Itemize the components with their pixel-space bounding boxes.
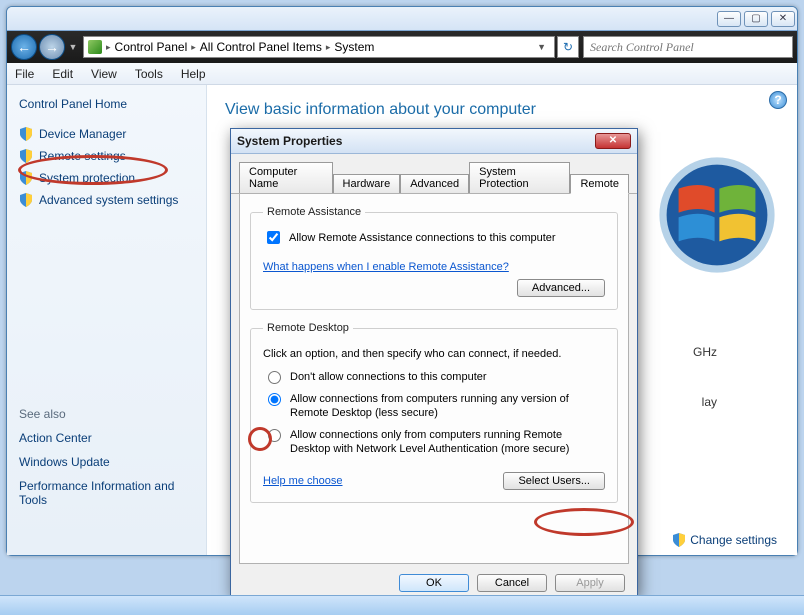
breadcrumb-item[interactable]: All Control Panel Items bbox=[200, 40, 322, 54]
forward-button[interactable]: → bbox=[39, 34, 65, 60]
select-users-button[interactable]: Select Users... bbox=[503, 472, 605, 490]
tab-advanced[interactable]: Advanced bbox=[400, 174, 469, 193]
windows-logo-icon bbox=[657, 155, 777, 275]
shield-icon bbox=[19, 193, 33, 207]
shield-icon bbox=[19, 171, 33, 185]
spec-ghz-label: GHz bbox=[693, 345, 717, 359]
menu-edit[interactable]: Edit bbox=[52, 67, 73, 81]
sidebar-item-label: Remote settings bbox=[39, 149, 126, 163]
page-title: View basic information about your comput… bbox=[225, 101, 779, 119]
nav-bar: ← → ▼ ▸ Control Panel ▸ All Control Pane… bbox=[7, 31, 797, 63]
remote-desktop-desc: Click an option, and then specify who ca… bbox=[263, 348, 605, 360]
allow-remote-assistance-checkbox[interactable] bbox=[267, 231, 280, 244]
tab-hardware[interactable]: Hardware bbox=[333, 174, 401, 193]
address-bar[interactable]: ▸ Control Panel ▸ All Control Panel Item… bbox=[83, 36, 555, 58]
address-dropdown-icon[interactable]: ▼ bbox=[533, 42, 550, 52]
window-titlebar: — ▢ ✕ bbox=[7, 7, 797, 31]
taskbar bbox=[0, 595, 804, 615]
sidebar-item-label: System protection bbox=[39, 171, 135, 185]
dialog-titlebar: System Properties ✕ bbox=[231, 129, 637, 154]
sidebar-link-device-manager[interactable]: Device Manager bbox=[19, 127, 194, 141]
sidebar-item-label: Advanced system settings bbox=[39, 193, 178, 207]
rd-option-allow-nla-label: Allow connections only from computers ru… bbox=[290, 428, 605, 456]
sidebar: Control Panel Home Device Manager Remote… bbox=[7, 85, 207, 555]
help-me-choose-link[interactable]: Help me choose bbox=[263, 475, 343, 487]
history-dropdown-icon[interactable]: ▼ bbox=[67, 38, 79, 56]
remote-desktop-legend: Remote Desktop bbox=[263, 322, 353, 334]
sidebar-link-system-protection[interactable]: System protection bbox=[19, 171, 194, 185]
back-button[interactable]: ← bbox=[11, 34, 37, 60]
rd-option-dont-allow-label: Don't allow connections to this computer bbox=[290, 370, 487, 384]
rd-option-allow-any-label: Allow connections from computers running… bbox=[290, 392, 605, 420]
sidebar-item-label: Device Manager bbox=[39, 127, 126, 141]
help-icon[interactable]: ? bbox=[769, 91, 787, 109]
dialog-close-button[interactable]: ✕ bbox=[595, 133, 631, 149]
rd-option-dont-allow[interactable] bbox=[268, 371, 281, 384]
allow-remote-assistance-label: Allow Remote Assistance connections to t… bbox=[289, 232, 556, 244]
location-icon bbox=[88, 40, 102, 54]
breadcrumb-item[interactable]: Control Panel bbox=[115, 40, 188, 54]
dialog-tabs: Computer Name Hardware Advanced System P… bbox=[231, 154, 637, 194]
remote-assistance-advanced-button[interactable]: Advanced... bbox=[517, 279, 605, 297]
remote-assistance-group: Remote Assistance Allow Remote Assistanc… bbox=[250, 206, 618, 310]
see-also-windows-update[interactable]: Windows Update bbox=[19, 455, 194, 469]
change-settings-label: Change settings bbox=[690, 533, 777, 547]
menu-file[interactable]: File bbox=[15, 67, 34, 81]
shield-icon bbox=[672, 533, 686, 547]
crumb-separator-icon: ▸ bbox=[191, 42, 196, 53]
minimize-button[interactable]: — bbox=[717, 11, 741, 27]
sidebar-link-remote-settings[interactable]: Remote settings bbox=[19, 149, 194, 163]
ok-button[interactable]: OK bbox=[399, 574, 469, 592]
apply-button[interactable]: Apply bbox=[555, 574, 625, 592]
search-box[interactable] bbox=[583, 36, 793, 58]
crumb-separator-icon: ▸ bbox=[106, 42, 111, 53]
rd-option-allow-nla[interactable] bbox=[268, 429, 281, 442]
rd-option-allow-any[interactable] bbox=[268, 393, 281, 406]
dialog-title-text: System Properties bbox=[237, 134, 342, 148]
menu-view[interactable]: View bbox=[91, 67, 117, 81]
crumb-separator-icon: ▸ bbox=[326, 42, 331, 53]
change-settings-link[interactable]: Change settings bbox=[672, 533, 777, 547]
control-panel-home-link[interactable]: Control Panel Home bbox=[19, 97, 194, 111]
search-input[interactable] bbox=[588, 39, 788, 56]
maximize-button[interactable]: ▢ bbox=[744, 11, 768, 27]
remote-assistance-legend: Remote Assistance bbox=[263, 206, 365, 218]
dialog-body: Remote Assistance Allow Remote Assistanc… bbox=[239, 194, 629, 564]
remote-assistance-help-link[interactable]: What happens when I enable Remote Assist… bbox=[263, 261, 509, 273]
menu-bar: File Edit View Tools Help bbox=[7, 63, 797, 85]
see-also-action-center[interactable]: Action Center bbox=[19, 431, 194, 445]
system-properties-dialog: System Properties ✕ Computer Name Hardwa… bbox=[230, 128, 638, 596]
remote-desktop-group: Remote Desktop Click an option, and then… bbox=[250, 322, 618, 503]
shield-icon bbox=[19, 149, 33, 163]
see-also-perf-info[interactable]: Performance Information and Tools bbox=[19, 479, 194, 507]
close-button[interactable]: ✕ bbox=[771, 11, 795, 27]
menu-help[interactable]: Help bbox=[181, 67, 206, 81]
tab-system-protection[interactable]: System Protection bbox=[469, 162, 570, 193]
sidebar-link-advanced-settings[interactable]: Advanced system settings bbox=[19, 193, 194, 207]
spec-play-label: lay bbox=[702, 395, 717, 409]
shield-icon bbox=[19, 127, 33, 141]
refresh-button[interactable]: ↻ bbox=[557, 36, 579, 58]
see-also-header: See also bbox=[19, 407, 194, 421]
tab-computer-name[interactable]: Computer Name bbox=[239, 162, 333, 193]
tab-remote[interactable]: Remote bbox=[570, 174, 629, 194]
breadcrumb-item[interactable]: System bbox=[334, 40, 374, 54]
menu-tools[interactable]: Tools bbox=[135, 67, 163, 81]
cancel-button[interactable]: Cancel bbox=[477, 574, 547, 592]
